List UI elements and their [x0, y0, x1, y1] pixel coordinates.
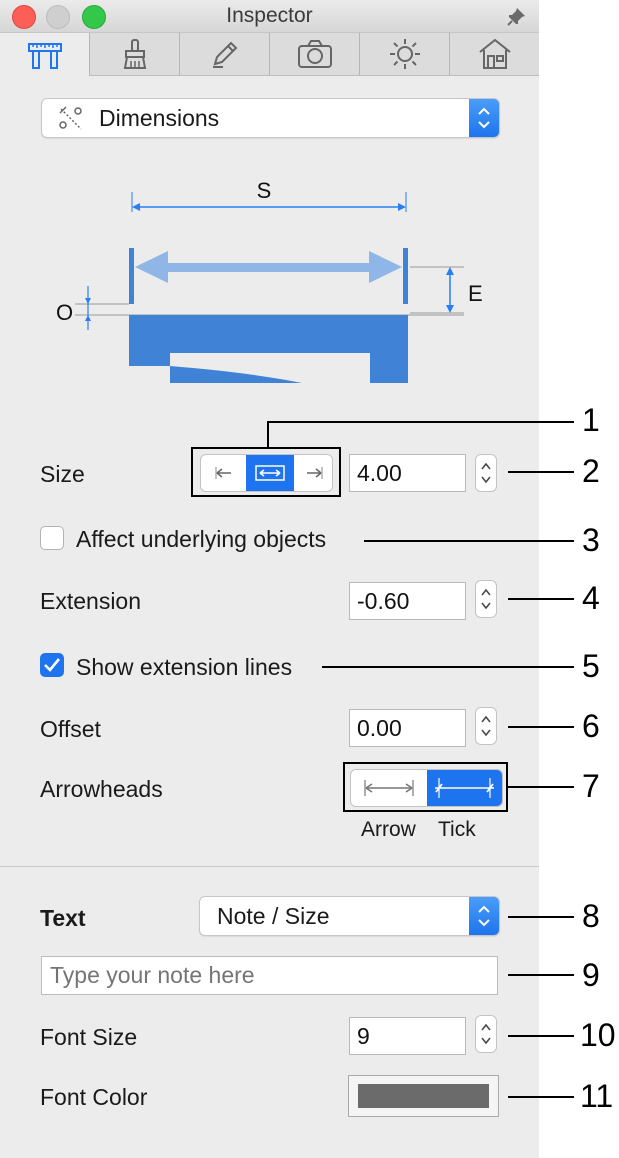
align-right-segment[interactable]	[294, 455, 332, 491]
tab-dimensions[interactable]	[0, 33, 89, 76]
camera-icon	[297, 40, 332, 68]
extension-label: Extension	[40, 588, 142, 614]
brush-icon	[123, 39, 146, 69]
callout-7: 7	[582, 768, 600, 804]
up-down-chevron-icon	[478, 905, 490, 927]
pin-icon[interactable]	[505, 6, 527, 28]
inspector-window: Inspector Dimensions S E O Size 4.00 Aff…	[0, 0, 539, 1158]
tab-lighting[interactable]	[359, 33, 449, 75]
select-chevron	[469, 897, 499, 935]
window-title: Inspector	[226, 4, 313, 27]
tab-style[interactable]	[89, 33, 179, 75]
callout-1-leader-v	[267, 421, 269, 448]
callout-2: 2	[582, 453, 600, 489]
mode-select[interactable]: Dimensions	[41, 98, 500, 138]
text-source-value: Note / Size	[217, 903, 330, 929]
show-extension-label: Show extension lines	[76, 654, 293, 680]
font-color-label: Font Color	[40, 1084, 148, 1110]
tab-edit[interactable]	[179, 33, 269, 75]
tick-segment[interactable]	[427, 770, 502, 806]
dimension-tool-icon	[27, 42, 62, 69]
select-chevron	[469, 99, 499, 137]
extension-stepper[interactable]	[475, 580, 497, 618]
callout-3-leader	[364, 540, 574, 542]
o-dimension-label: O	[56, 300, 73, 325]
arrow-segment[interactable]	[351, 770, 427, 806]
text-label: Text	[40, 905, 86, 931]
callout-6: 6	[582, 708, 600, 744]
title-bar: Inspector	[0, 0, 539, 33]
align-right-icon	[307, 467, 323, 479]
callout-4: 4	[582, 580, 600, 616]
dimension-diagram: S E O	[56, 178, 483, 383]
font-size-field[interactable]: 9	[349, 1017, 466, 1055]
show-extension-checkbox[interactable]	[40, 653, 64, 677]
e-dimension-label: E	[468, 281, 483, 306]
callout-1: 1	[582, 402, 600, 438]
text-source-select[interactable]: Note / Size	[199, 896, 500, 936]
arrowheads-label: Arrowheads	[40, 776, 163, 802]
offset-label: Offset	[40, 716, 101, 742]
size-field[interactable]: 4.00	[349, 454, 466, 492]
callout-8: 8	[582, 898, 600, 934]
stepper-arrows-icon	[481, 1023, 491, 1045]
arrow-option-label: Arrow	[361, 818, 416, 841]
mode-select-value: Dimensions	[99, 105, 220, 131]
callout-5-leader	[322, 666, 574, 668]
extension-field[interactable]: -0.60	[349, 582, 466, 620]
offset-field[interactable]: 0.00	[349, 709, 466, 747]
pencil-icon	[212, 41, 237, 68]
align-left-segment[interactable]	[201, 455, 246, 491]
align-left-icon	[215, 467, 231, 479]
callout-3: 3	[582, 522, 600, 558]
font-color-well[interactable]	[348, 1075, 499, 1117]
affect-label: Affect underlying objects	[76, 526, 327, 552]
callout-10-leader	[508, 1035, 574, 1037]
arrow-style-icon	[364, 780, 414, 796]
callout-9-leader	[508, 974, 574, 976]
size-alignment-segmented	[191, 447, 341, 497]
callout-8-leader	[508, 916, 574, 918]
stepper-arrows-icon	[481, 715, 491, 737]
stepper-arrows-icon	[481, 462, 491, 484]
font-size-stepper[interactable]	[475, 1015, 497, 1053]
size-stepper[interactable]	[475, 454, 497, 492]
affect-checkbox[interactable]	[40, 526, 64, 550]
align-center-segment[interactable]	[246, 455, 294, 491]
arrowheads-segmented	[343, 762, 508, 812]
tick-style-icon	[435, 778, 494, 798]
stepper-arrows-icon	[481, 588, 491, 610]
offset-stepper[interactable]	[475, 707, 497, 745]
font-size-label: Font Size	[40, 1024, 138, 1050]
tab-camera[interactable]	[269, 33, 359, 75]
callout-2-leader	[508, 471, 574, 473]
callout-4-leader	[508, 598, 574, 600]
sun-icon	[389, 39, 420, 69]
up-down-chevron-icon	[478, 107, 490, 129]
callout-5: 5	[582, 648, 600, 684]
house-icon	[479, 38, 511, 69]
section-divider	[0, 866, 539, 867]
callout-11-leader	[508, 1096, 574, 1098]
checkmark-icon	[44, 658, 61, 672]
callout-7-leader	[508, 786, 574, 788]
font-color-swatch	[358, 1084, 489, 1108]
dimension-mode-icon	[59, 106, 82, 130]
inspector-tabs	[0, 33, 539, 76]
callout-11: 11	[580, 1078, 614, 1114]
callout-9: 9	[582, 957, 600, 993]
callout-6-leader	[508, 726, 574, 728]
s-dimension-label: S	[257, 178, 272, 203]
align-center-icon	[255, 465, 285, 481]
callout-10: 10	[580, 1017, 616, 1053]
tick-option-label: Tick	[438, 818, 476, 841]
note-input[interactable]	[41, 956, 498, 995]
callout-1-leader-h	[268, 421, 574, 423]
tab-model[interactable]	[449, 33, 540, 75]
size-label: Size	[40, 461, 85, 487]
